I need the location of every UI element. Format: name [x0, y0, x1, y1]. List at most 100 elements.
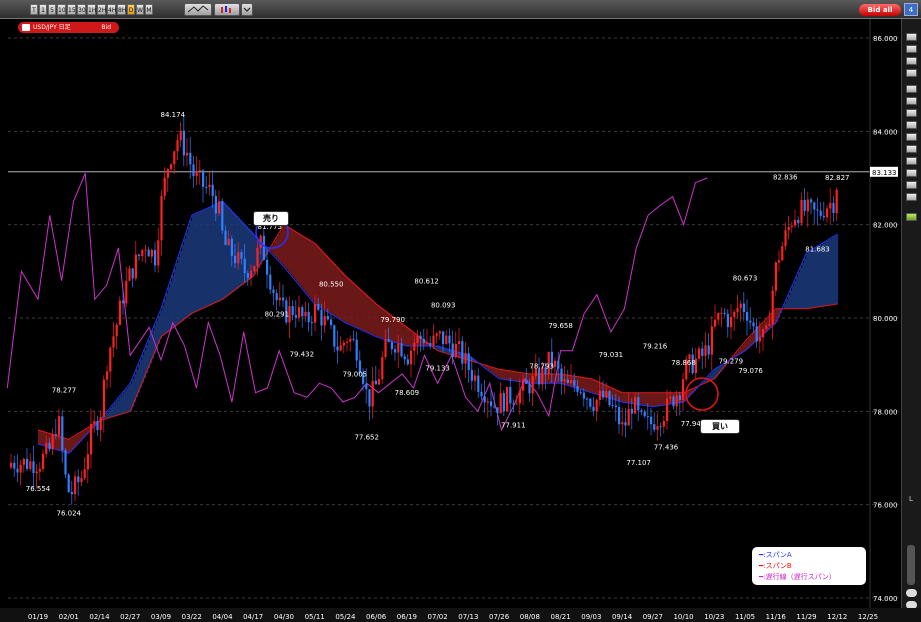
candle-body: [554, 360, 557, 367]
candle-body: [205, 186, 208, 188]
candle-body: [570, 380, 573, 384]
cloud-segment: [372, 300, 375, 335]
candle-body: [582, 392, 585, 399]
candle-body: [410, 350, 413, 365]
cloud-segment: [126, 388, 129, 413]
cloud-segment: [162, 305, 165, 336]
candle-body: [768, 324, 771, 326]
price-label: 76.554: [26, 485, 51, 493]
date-axis: 01/19 02/01 02/14 02/27 03/09 03/22 04/04 04/17…: [0, 608, 921, 622]
cloud-segment: [302, 235, 305, 289]
candle-body: [451, 343, 454, 358]
candle-body: [35, 471, 38, 474]
price-label: 77.652: [354, 434, 379, 442]
price-label: 79.432: [290, 351, 315, 359]
candle-body: [790, 225, 793, 227]
candle-body: [576, 385, 579, 392]
candle-body: [474, 375, 477, 381]
candle-body: [669, 396, 672, 399]
candle-body: [781, 246, 784, 261]
cloud-segment: [654, 392, 657, 407]
candle-body: [163, 177, 166, 196]
cloud-segment: [800, 267, 803, 309]
candle-body: [736, 307, 739, 313]
candle-body: [477, 375, 480, 392]
candle-body: [602, 390, 605, 398]
cloud-segment: [340, 270, 343, 320]
candle-body: [448, 335, 451, 344]
candle-body: [32, 461, 35, 474]
candle-body: [525, 379, 528, 385]
ichimoku-chart[interactable]: 76.55478.27776.02484.17481.77580.29180.5…: [0, 0, 921, 622]
cloud-segment: [112, 405, 115, 417]
x-tick-label: 04/17: [243, 613, 263, 621]
cloud-segment: [168, 287, 171, 332]
candle-body: [419, 335, 422, 339]
cloud-segment: [498, 368, 501, 378]
candle-body: [314, 303, 317, 323]
candle-body: [826, 208, 829, 218]
candle-body: [77, 476, 80, 483]
candle-body: [29, 461, 32, 469]
price-label: 79.005: [343, 370, 368, 378]
price-label: 79.790: [380, 316, 405, 324]
price-label: 80.612: [414, 277, 439, 285]
cloud-segment: [792, 285, 795, 309]
candle-body: [422, 338, 425, 344]
candle-body: [237, 252, 240, 264]
price-label: 80.291: [265, 310, 290, 318]
candle-body: [774, 262, 777, 291]
cloud-segment: [650, 392, 653, 407]
symbol-tab[interactable]: USD/JPY 日足 Bid: [18, 22, 119, 33]
candle-body: [106, 371, 109, 380]
price-label: 77.436: [654, 444, 679, 452]
cloud-segment: [218, 203, 221, 302]
candle-body: [749, 320, 752, 323]
candle-body: [16, 468, 19, 473]
candle-body: [634, 397, 637, 414]
candle-body: [96, 421, 99, 431]
cloud-segment: [804, 258, 807, 309]
candle-body: [762, 329, 765, 338]
candle-body: [128, 268, 131, 281]
candle-body: [787, 226, 790, 231]
candle-body: [675, 395, 678, 407]
cloud-segment: [314, 242, 317, 304]
candle-body: [717, 312, 720, 320]
candle-body: [234, 255, 237, 264]
candle-body: [627, 408, 630, 426]
candle-body: [586, 398, 589, 400]
cloud-segment: [114, 403, 117, 417]
candle-body: [170, 164, 173, 170]
candle-body: [390, 342, 393, 350]
x-tick-label: 11/16: [766, 613, 787, 621]
candle-body: [112, 336, 115, 348]
price-label: 78.609: [395, 389, 420, 397]
candle-body: [621, 422, 624, 425]
price-label: 77.107: [626, 459, 651, 467]
candle-body: [611, 405, 614, 407]
candle-body: [294, 315, 297, 318]
candle-body: [102, 379, 105, 418]
candle-body: [307, 311, 310, 323]
candle-body: [662, 421, 665, 427]
candle-body: [278, 297, 281, 301]
candle-body: [499, 393, 502, 414]
candle-body: [333, 325, 336, 347]
cloud-segment: [596, 380, 599, 395]
cloud-segment: [496, 368, 499, 377]
cloud-segment: [274, 241, 277, 257]
candle-body: [800, 199, 803, 224]
cloud-segment: [188, 226, 191, 317]
candle-body: [765, 325, 768, 330]
candle-body: [707, 345, 710, 355]
cloud-segment: [110, 407, 113, 418]
candle-body: [563, 379, 566, 382]
cloud-segment: [794, 281, 797, 309]
cloud-segment: [644, 392, 647, 406]
cloud-segment: [202, 210, 205, 309]
cloud-segment: [796, 276, 799, 309]
candle-body: [403, 356, 406, 360]
candle-body: [134, 254, 137, 279]
candle-body: [442, 331, 445, 345]
